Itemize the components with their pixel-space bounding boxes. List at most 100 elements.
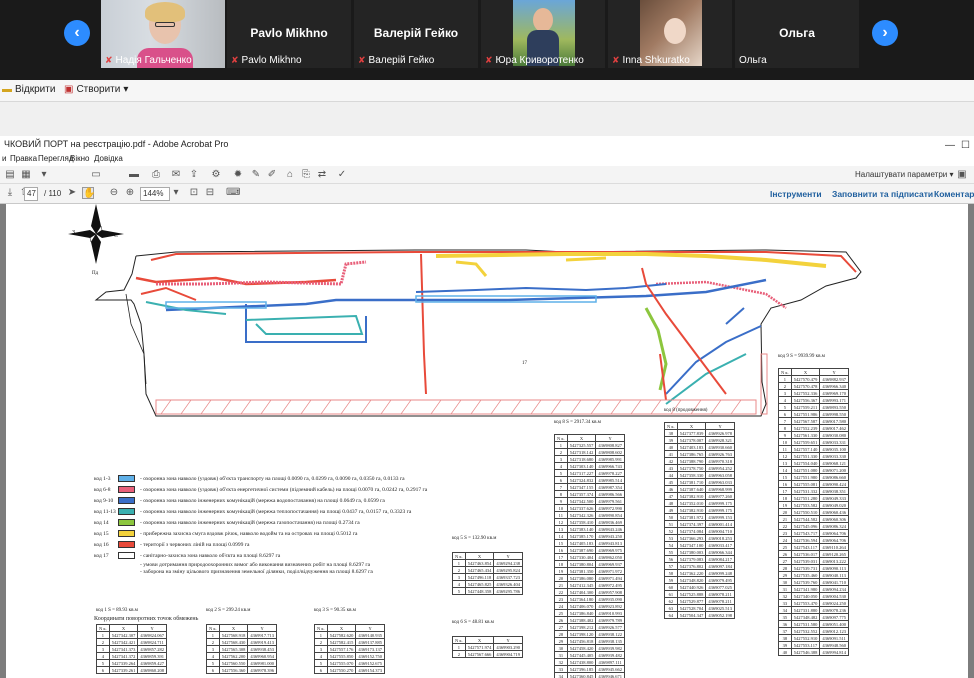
table-cell: 16 bbox=[778, 480, 792, 488]
table-cell: 5427532.552 bbox=[790, 627, 821, 635]
menu-view[interactable]: Перегляд bbox=[38, 154, 74, 163]
open-file-icon[interactable]: ▭ bbox=[90, 169, 102, 181]
lock-icon[interactable]: ▣ bbox=[956, 169, 968, 181]
column-header: N к. bbox=[664, 422, 678, 430]
table-cell: 4369004.530 bbox=[819, 592, 849, 600]
table-cell: 4369836.469 bbox=[595, 518, 625, 526]
menu-edit[interactable]: Правка bbox=[10, 154, 37, 163]
table-cell: 5427364.180 bbox=[566, 595, 597, 603]
participant-tile-1[interactable]: ✘ Надія Гальченко bbox=[101, 0, 225, 68]
sign-icon[interactable]: ✓ bbox=[336, 169, 348, 181]
table-row: 11 5427342.326 4369890.854 bbox=[554, 511, 625, 519]
participant-label: ✘ Pavlo Mikhno bbox=[231, 55, 302, 66]
table-cell: 5 bbox=[452, 587, 466, 595]
settings-icon[interactable]: ✹ bbox=[232, 169, 244, 181]
table-row: 17 5427330.404 4369862.050 bbox=[554, 553, 625, 561]
open-button[interactable]: ▬ Відкрити bbox=[2, 84, 55, 95]
table-cell: 5427582.415 bbox=[326, 638, 357, 646]
participant-tile-6[interactable]: Ольга Ольга bbox=[735, 0, 859, 68]
hand-tool-icon[interactable]: ✋ bbox=[82, 187, 95, 199]
print-icon[interactable]: ⎙ bbox=[150, 169, 162, 181]
comment-icon[interactable]: ✎ bbox=[250, 169, 262, 181]
participant-tile-5[interactable]: ✘ Inna Shkuratko bbox=[608, 0, 732, 68]
table-cell: 16 bbox=[554, 546, 568, 554]
table-cell: 4369078.211 bbox=[705, 597, 735, 605]
participant-tile-3[interactable]: Валерій Гейко ✘ Валерій Гейко bbox=[354, 0, 478, 68]
save-icon[interactable]: ▬ bbox=[128, 169, 140, 181]
table-row: 61 5427525.888 4369078.211 bbox=[664, 590, 735, 598]
cursor-icon[interactable]: ➤ bbox=[66, 187, 78, 199]
participant-label: Ольга bbox=[739, 55, 767, 66]
gear-icon[interactable]: ⚙ bbox=[210, 169, 222, 181]
table-row: 54 5427347.100 4369033.417 bbox=[664, 541, 735, 549]
table-cell: 38 bbox=[664, 429, 678, 437]
table-cell: 19 bbox=[778, 501, 792, 509]
table-cell: 18 bbox=[554, 560, 568, 568]
comment-link[interactable]: Коментар bbox=[934, 189, 974, 199]
upload-icon[interactable]: ⇪ bbox=[188, 169, 200, 181]
table-cell: 4369066.344 bbox=[705, 548, 735, 556]
customize-dropdown[interactable]: Налаштувати параметри ▾ bbox=[855, 170, 954, 179]
table-cell: 4369998.550 bbox=[819, 410, 849, 418]
highlight-icon[interactable]: ✐ bbox=[266, 169, 278, 181]
open-icon[interactable]: ▦ bbox=[20, 169, 32, 181]
fit-width-icon[interactable]: ⊟ bbox=[204, 187, 216, 199]
table-cell: 4369049.020 bbox=[819, 501, 849, 509]
stamp-icon[interactable]: ⌂ bbox=[284, 169, 296, 181]
table-row: 57 5427376.802 4369097.184 bbox=[664, 562, 735, 570]
table-cell: 4369943.250 bbox=[595, 532, 625, 540]
chevron-left-icon[interactable]: ‹ bbox=[64, 20, 90, 46]
menu-window[interactable]: Вікно bbox=[70, 154, 89, 163]
document-icon[interactable]: ▤ bbox=[4, 169, 16, 181]
table-cell: 3 bbox=[452, 573, 466, 581]
table-cell: 4369977.260 bbox=[705, 492, 735, 500]
participant-name: Pavlo Mikhno bbox=[250, 26, 328, 40]
zoom-out-icon[interactable]: ⊖ bbox=[108, 187, 120, 199]
table-cell: 5427556.367 bbox=[790, 396, 821, 404]
table-row: 63 5427528.704 4369025.513 bbox=[664, 604, 735, 612]
table-cell: 5427496.118 bbox=[464, 573, 495, 581]
table-cell: 5427559.651 bbox=[790, 438, 821, 446]
table-cell: 4369999.175 bbox=[705, 499, 735, 507]
table-row: 2 5427567.666 4369904.719 bbox=[452, 650, 523, 658]
table-cell: 4369064.706 bbox=[819, 536, 849, 544]
column-header: X bbox=[790, 368, 821, 376]
compass-west: З bbox=[72, 230, 75, 236]
share-icon[interactable]: ⇄ bbox=[316, 169, 328, 181]
table-row: 2 5427570.478 4369966.340 bbox=[778, 382, 849, 390]
muted-mic-icon: ✘ bbox=[485, 55, 493, 65]
create-button[interactable]: ▣ Створити ▾ bbox=[64, 84, 128, 95]
download-icon[interactable]: ⤓ bbox=[4, 187, 16, 199]
fill-and-sign-link[interactable]: Заповнити та підписати bbox=[832, 189, 933, 199]
chevron-right-icon[interactable]: › bbox=[872, 20, 898, 46]
zoom-in-icon[interactable]: ⊕ bbox=[124, 187, 136, 199]
menu-help[interactable]: Довідка bbox=[94, 154, 123, 163]
document-viewport[interactable]: З С Пд 17 код 1-3 - охоронна зона навкол… bbox=[0, 204, 974, 678]
table-cell: 18 bbox=[778, 494, 792, 502]
table-cell: 4369077.025 bbox=[705, 583, 735, 591]
table-cell: 56 bbox=[664, 555, 678, 563]
fit-page-icon[interactable]: ⊡ bbox=[188, 187, 200, 199]
table-cell: 4369033.330 bbox=[819, 452, 849, 460]
tools-pane-link[interactable]: Інструменти bbox=[770, 189, 822, 199]
attach-icon[interactable]: ⎘ bbox=[300, 169, 312, 181]
participant-tile-2[interactable]: Pavlo Mikhno ✘ Pavlo Mikhno bbox=[227, 0, 351, 68]
menu-file[interactable]: и bbox=[2, 154, 6, 163]
compass-east: С bbox=[114, 233, 118, 239]
table-cell: 34 bbox=[778, 606, 792, 614]
window-title: ЧКОВИЙ ПОРТ на реєстрацію.pdf - Adobe Ac… bbox=[0, 136, 974, 152]
table-cell: 5427317.227 bbox=[566, 469, 597, 477]
table-cell: 4369079.495 bbox=[705, 576, 735, 584]
participant-tile-4[interactable]: ✘ Юра Криворотенко bbox=[481, 0, 605, 68]
chevron-down-icon[interactable]: ▾ bbox=[170, 187, 182, 199]
table-cell: 39 bbox=[664, 436, 678, 444]
email-icon[interactable]: ✉ bbox=[170, 169, 182, 181]
keyboard-icon[interactable]: ⌨ bbox=[226, 187, 240, 199]
table-cell: 4369097.775 bbox=[819, 613, 849, 621]
zoom-input[interactable]: 144% bbox=[140, 187, 170, 201]
table-cell: 5427544.582 bbox=[790, 515, 821, 523]
page-number-input[interactable]: 47 bbox=[24, 187, 38, 201]
create-icon[interactable]: ▾ bbox=[38, 169, 50, 181]
table-cell: 5427405.183 bbox=[566, 539, 597, 547]
table-row: 1 5427582.620 4369140.935 bbox=[314, 631, 385, 639]
